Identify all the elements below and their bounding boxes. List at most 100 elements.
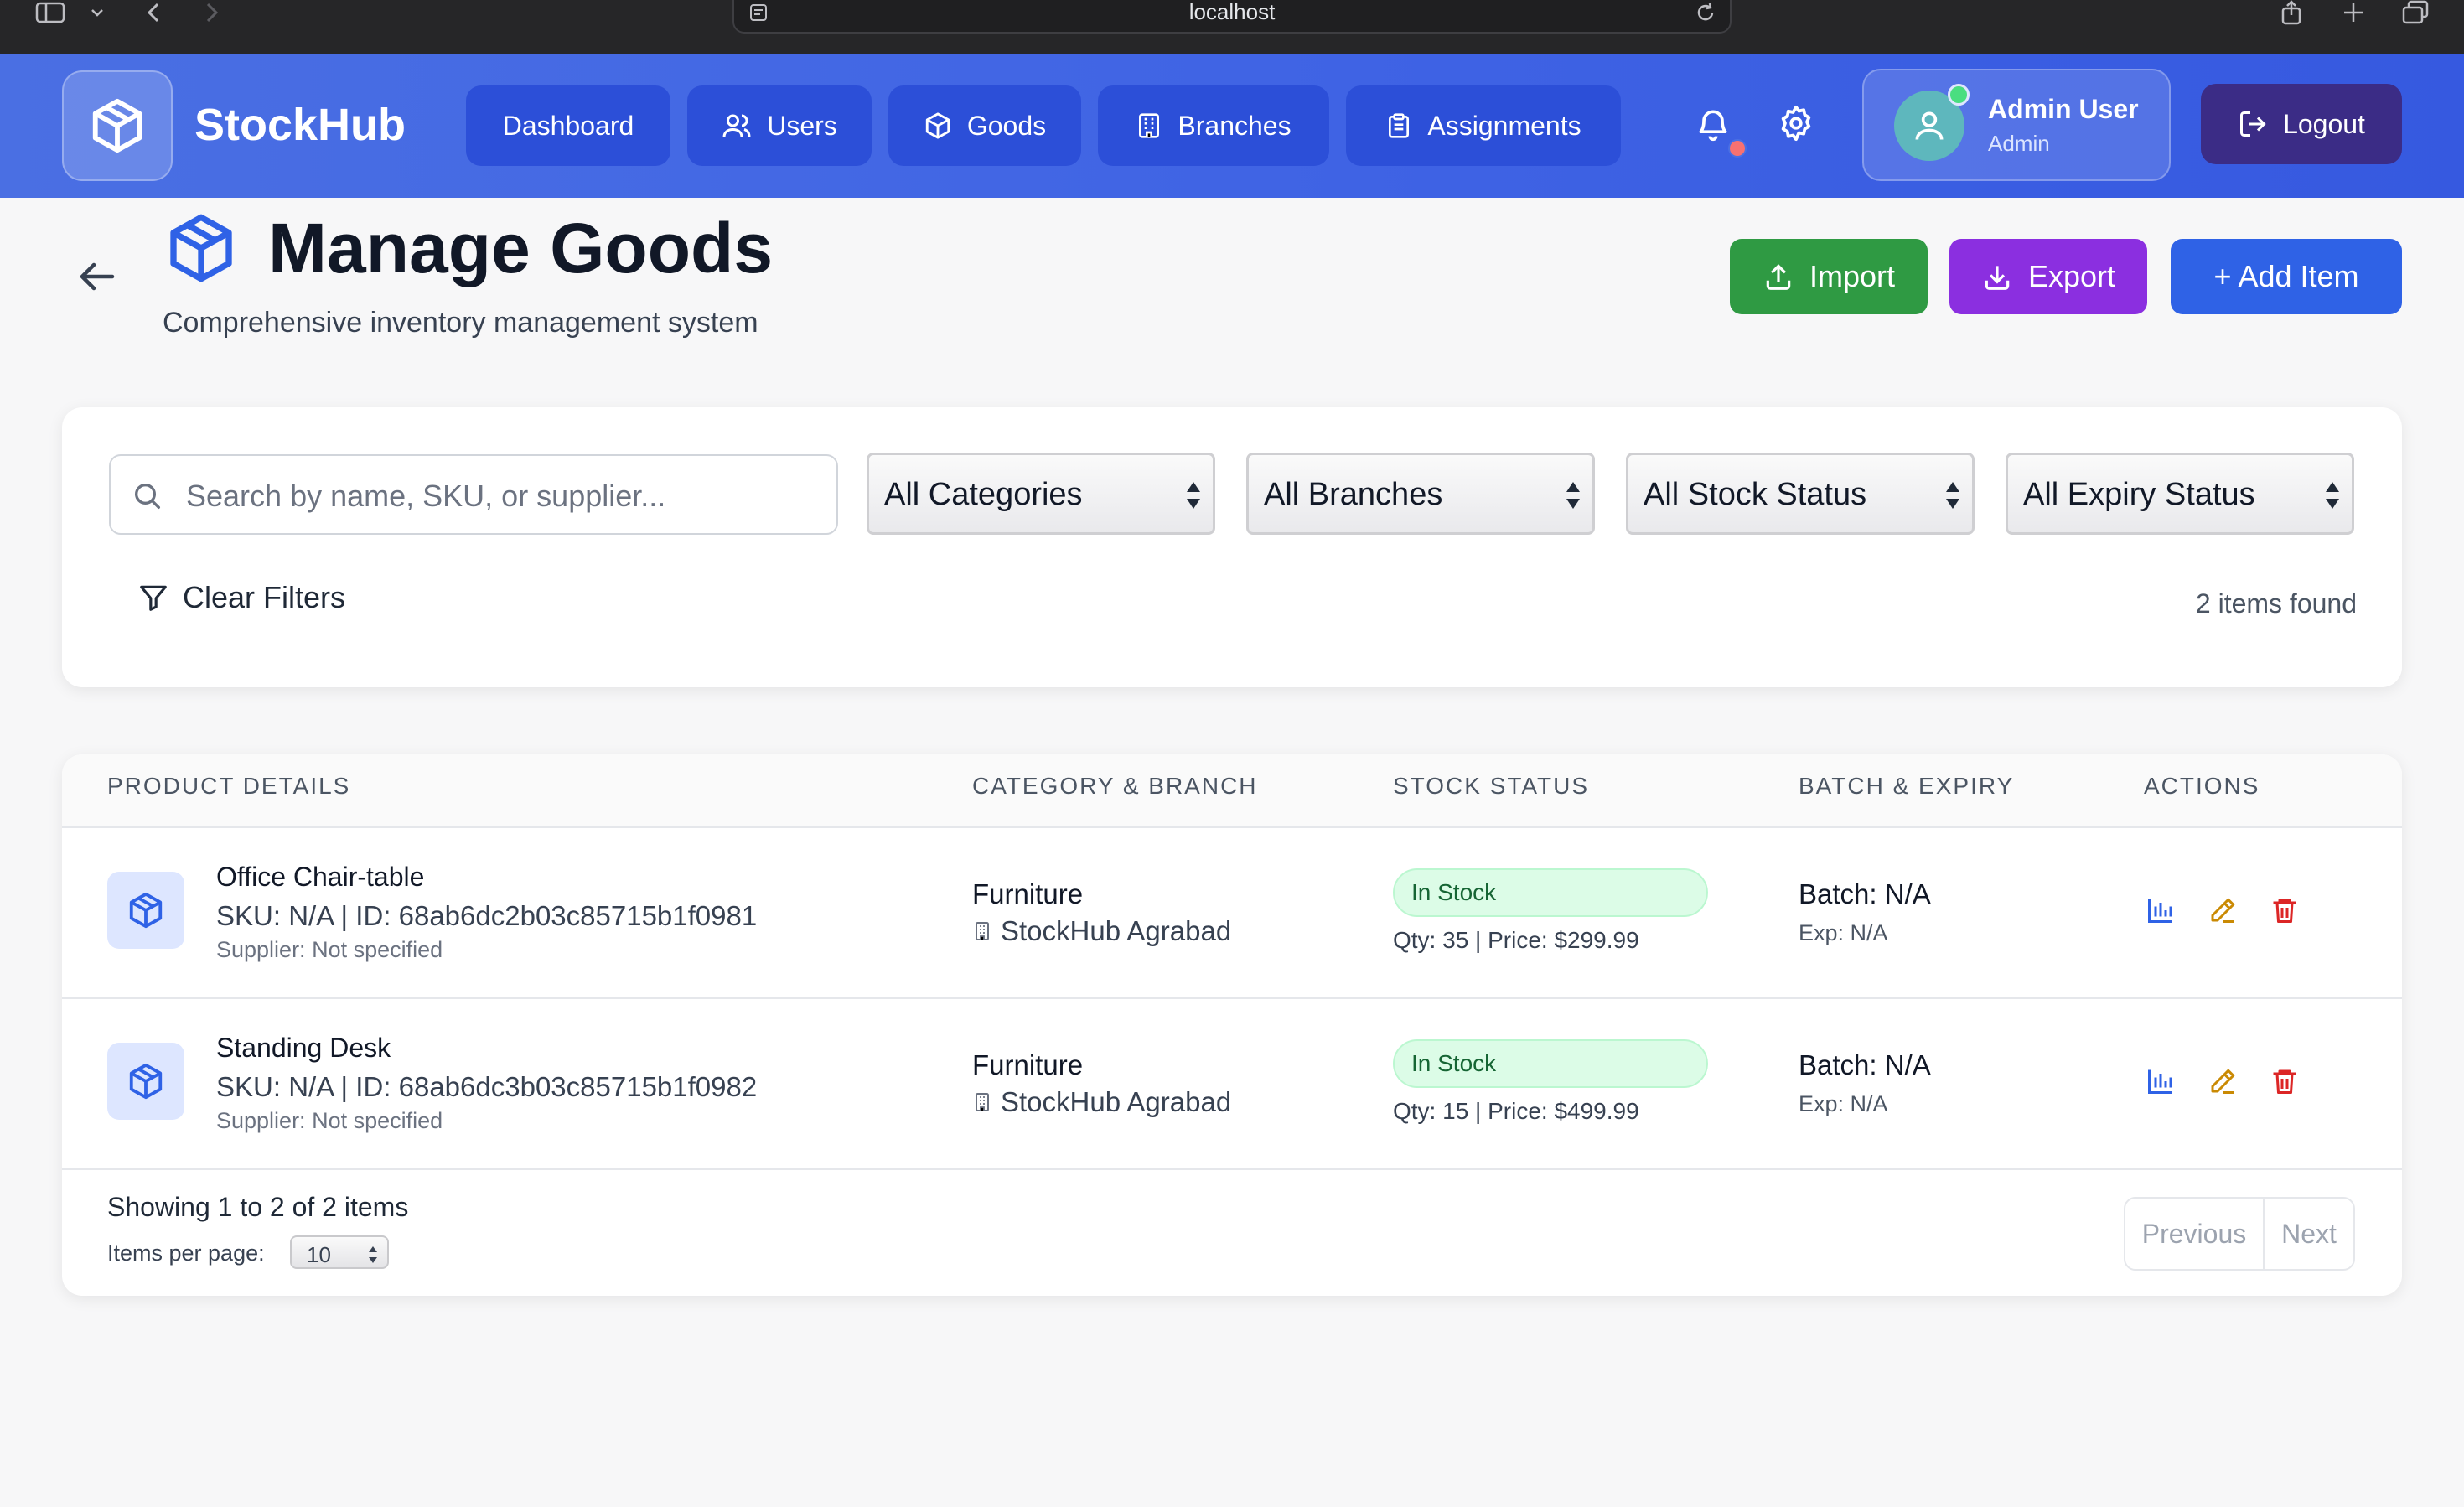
table-row: Office Chair-table SKU: N/A | ID: 68ab6d…	[62, 828, 2402, 999]
previous-page-button[interactable]: Previous	[2125, 1199, 2263, 1269]
table-row: Standing Desk SKU: N/A | ID: 68ab6dc3b03…	[62, 999, 2402, 1170]
product-name: Standing Desk	[216, 1033, 391, 1063]
address-bar[interactable]: localhost	[732, 0, 1732, 34]
product-supplier: Supplier: Not specified	[216, 937, 443, 962]
back-arrow-icon[interactable]	[75, 260, 117, 293]
users-icon	[722, 114, 751, 137]
nav-goods-label: Goods	[966, 110, 1047, 141]
add-item-label: + Add Item	[2213, 259, 2359, 293]
product-name: Office Chair-table	[216, 862, 425, 892]
delete-trash-icon[interactable]	[2270, 1066, 2300, 1096]
items-per-page-select[interactable]: 10	[290, 1235, 389, 1269]
building-icon	[976, 1093, 989, 1111]
product-sku: SKU: N/A | ID: 68ab6dc3b03c85715b1f0982	[216, 1071, 758, 1102]
batch-number: Batch: N/A	[1799, 1049, 1931, 1080]
nav-branches[interactable]: Branches	[1098, 85, 1329, 166]
building-icon	[1139, 113, 1160, 138]
tab-overview-icon[interactable]	[2399, 0, 2432, 25]
items-found-count: 2 items found	[2195, 588, 2357, 619]
brand-name[interactable]: StockHub	[194, 96, 406, 154]
forward-nav-icon[interactable]	[199, 0, 225, 25]
expiry-status-select-value: All Expiry Status	[2023, 477, 2255, 512]
notification-bell-icon[interactable]	[1693, 101, 1733, 148]
batch-number: Batch: N/A	[1799, 878, 1931, 909]
expiry-date: Exp: N/A	[1799, 920, 1888, 945]
product-sku: SKU: N/A | ID: 68ab6dc2b03c85715b1f0981	[216, 900, 758, 931]
box-icon	[164, 210, 238, 287]
branch-select[interactable]: All Branches	[1246, 453, 1595, 535]
header-batch-expiry: BATCH & EXPIRY	[1799, 773, 2015, 799]
pagination-controls: Previous Next	[2124, 1197, 2355, 1271]
export-button[interactable]: Export	[1949, 239, 2147, 314]
online-status-dot	[1948, 84, 1970, 106]
app-header: StockHub Dashboard Users Goods Branches …	[0, 54, 2464, 198]
download-icon	[1985, 266, 2010, 290]
share-icon[interactable]	[2276, 0, 2306, 25]
import-label: Import	[1809, 259, 1896, 293]
product-branch-name: StockHub Agrabad	[1001, 1086, 1232, 1117]
header-actions: ACTIONS	[2144, 773, 2260, 799]
product-branch: StockHub Agrabad	[972, 915, 1231, 947]
logout-label: Logout	[2283, 108, 2365, 139]
reload-icon[interactable]	[1693, 0, 1718, 25]
nav-assignments[interactable]: Assignments	[1346, 85, 1621, 166]
expiry-status-select[interactable]: All Expiry Status	[2006, 453, 2354, 535]
header-category-branch: CATEGORY & BRANCH	[972, 773, 1258, 799]
search-field[interactable]	[109, 454, 838, 535]
sidebar-toggle-icon[interactable]	[34, 0, 67, 25]
clear-filters-button[interactable]: Clear Filters	[137, 580, 345, 615]
page-title: Manage Goods	[268, 209, 774, 287]
notification-badge	[1728, 139, 1747, 158]
back-nav-icon[interactable]	[141, 0, 166, 25]
logout-icon	[2240, 111, 2266, 137]
nav-users-label: Users	[767, 110, 837, 141]
new-tab-icon[interactable]	[2338, 0, 2368, 25]
logo[interactable]	[62, 70, 173, 181]
branch-select-value: All Branches	[1264, 477, 1443, 512]
user-role: Admin	[1988, 131, 2050, 156]
user-profile-card[interactable]: Admin User Admin	[1862, 69, 2171, 181]
select-arrows-icon	[1946, 482, 1959, 509]
items-per-page-value: 10	[307, 1242, 331, 1267]
category-select[interactable]: All Categories	[867, 453, 1215, 535]
upload-icon	[1766, 264, 1791, 290]
expiry-date: Exp: N/A	[1799, 1091, 1888, 1116]
logout-button[interactable]: Logout	[2201, 84, 2402, 164]
filter-icon	[140, 585, 167, 611]
search-input[interactable]	[186, 473, 823, 520]
nav-goods[interactable]: Goods	[888, 85, 1081, 166]
add-item-button[interactable]: + Add Item	[2171, 239, 2402, 314]
qty-price: Qty: 15 | Price: $499.99	[1393, 1098, 1639, 1124]
box-icon	[925, 112, 950, 139]
qty-price: Qty: 35 | Price: $299.99	[1393, 927, 1639, 953]
items-per-page-label: Items per page:	[107, 1240, 265, 1266]
clipboard-icon	[1389, 113, 1410, 138]
nav-assignments-label: Assignments	[1427, 110, 1581, 141]
stock-status-select[interactable]: All Stock Status	[1626, 453, 1975, 535]
product-box-icon	[107, 872, 184, 949]
header-product-details: PRODUCT DETAILS	[107, 773, 351, 799]
product-supplier: Supplier: Not specified	[216, 1108, 443, 1133]
delete-trash-icon[interactable]	[2270, 895, 2300, 925]
select-arrows-icon	[1566, 482, 1580, 509]
box-icon	[92, 98, 142, 153]
header-stock-status: STOCK STATUS	[1393, 773, 1590, 799]
import-button[interactable]: Import	[1730, 239, 1928, 314]
table-header: PRODUCT DETAILS CATEGORY & BRANCH STOCK …	[62, 754, 2402, 828]
nav-users[interactable]: Users	[687, 85, 872, 166]
browser-toolbar: localhost	[0, 0, 2464, 54]
product-category: Furniture	[972, 1049, 1084, 1080]
product-branch: StockHub Agrabad	[972, 1086, 1231, 1118]
edit-pencil-icon[interactable]	[2208, 1066, 2238, 1096]
product-category: Furniture	[972, 878, 1084, 909]
product-branch-name: StockHub Agrabad	[1001, 915, 1232, 946]
nav-dashboard[interactable]: Dashboard	[466, 85, 670, 166]
clear-filters-label: Clear Filters	[183, 580, 346, 614]
next-page-button[interactable]: Next	[2265, 1199, 2353, 1269]
stats-icon[interactable]	[2146, 895, 2176, 925]
edit-pencil-icon[interactable]	[2208, 895, 2238, 925]
stats-icon[interactable]	[2146, 1066, 2176, 1096]
category-select-value: All Categories	[884, 477, 1083, 512]
gear-icon[interactable]	[1775, 102, 1817, 144]
chevron-down-icon[interactable]	[87, 0, 107, 25]
